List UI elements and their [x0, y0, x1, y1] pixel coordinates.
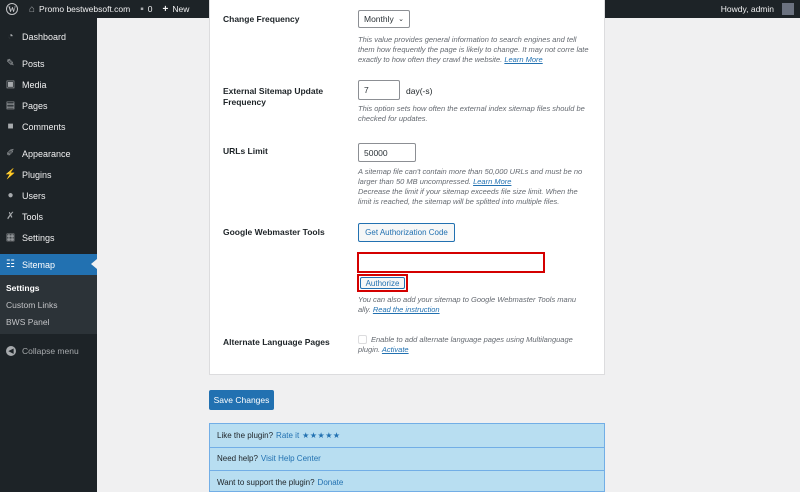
alt-lang-desc: Enable to add alternate language pages u… — [358, 335, 590, 355]
sidebar-item-posts[interactable]: ✎ Posts — [0, 53, 97, 74]
sidebar-item-label: Plugins — [22, 169, 52, 180]
change-frequency-desc-text: This value provides general information … — [358, 35, 589, 64]
sidebar-item-label: Tools — [22, 211, 44, 222]
save-changes-button[interactable]: Save Changes — [209, 390, 274, 410]
help-center-link[interactable]: Visit Help Center — [261, 454, 321, 463]
sidebar-item-label: Comments — [22, 121, 66, 132]
comments-count: 0 — [147, 4, 153, 14]
sidebar-item-label: Pages — [22, 100, 48, 111]
urls-limit-desc-extra: Decrease the limit if your sitemap excee… — [358, 187, 578, 206]
plugin-info-box: Like the plugin? Rate it ★★★★★ Need help… — [209, 423, 605, 492]
dashboard-icon: ◔ — [7, 31, 14, 42]
submenu-item-bws-panel[interactable]: BWS Panel — [0, 313, 97, 330]
pages-icon: ▤ — [5, 100, 16, 111]
alt-lang-label: Alternate Language Pages — [223, 337, 330, 347]
urls-limit-desc-text: A sitemap file can't contain more than 5… — [358, 167, 583, 186]
collapse-arrow-icon: ◀ — [6, 346, 16, 356]
sidebar-item-plugins[interactable]: ⚡ Plugins — [0, 164, 97, 185]
avatar — [782, 3, 794, 15]
sitemap-submenu: Settings Custom Links BWS Panel — [0, 275, 97, 334]
plugin-icon: ⚡ — [4, 169, 17, 180]
rate-row: Like the plugin? Rate it ★★★★★ — [210, 424, 604, 448]
sitemap-icon: ☷ — [6, 259, 15, 270]
change-frequency-select[interactable]: Monthly ⌄ — [358, 10, 410, 28]
collapse-label: Collapse menu — [22, 346, 79, 356]
gwt-label: Google Webmaster Tools — [223, 227, 325, 237]
rate-it-link[interactable]: Rate it — [276, 431, 299, 440]
sidebar-item-label: Appearance — [22, 148, 71, 159]
sidebar-item-tools[interactable]: ✗ Tools — [0, 206, 97, 227]
sidebar-item-settings[interactable]: ▦ Settings — [0, 227, 97, 248]
sidebar-item-appearance[interactable]: ✐ Appearance — [0, 143, 97, 164]
external-update-unit: day(-s) — [406, 86, 433, 96]
read-instruction-link[interactable]: Read the instruction — [373, 305, 440, 314]
change-frequency-desc: This value provides general information … — [358, 35, 590, 65]
howdy-text: Howdy, admin — [720, 4, 774, 14]
wrench-icon: ✗ — [6, 211, 15, 222]
chevron-down-icon: ⌄ — [398, 16, 404, 23]
sidebar-item-label: Dashboard — [22, 31, 67, 42]
plus-icon: + — [162, 3, 169, 15]
sidebar-item-label: Users — [22, 190, 46, 201]
urls-limit-desc: A sitemap file can't contain more than 5… — [358, 167, 590, 207]
sidebar-item-media[interactable]: ▣ Media — [0, 74, 97, 95]
admin-sidebar: ◔ Dashboard ✎ Posts ▣ Media ▤ Pages ■ Comment… — [0, 18, 97, 492]
sidebar-item-label: Posts — [22, 58, 45, 69]
new-content-link[interactable]: + New — [158, 0, 195, 18]
support-row: Want to support the plugin? Donate — [210, 471, 604, 492]
authorization-code-input[interactable] — [359, 254, 543, 271]
comments-link[interactable]: ▪ 0 — [135, 0, 157, 18]
learn-more-link[interactable]: Learn More — [473, 177, 511, 186]
users-icon: ● — [7, 190, 14, 201]
submenu-item-custom-links[interactable]: Custom Links — [0, 296, 97, 313]
home-icon: ⌂ — [29, 3, 36, 15]
sidebar-item-sitemap[interactable]: ☷ Sitemap — [0, 254, 97, 275]
urls-limit-label: URLs Limit — [223, 146, 268, 156]
site-name: Promo bestwebsoft.com — [39, 4, 131, 14]
change-frequency-value: Monthly — [364, 14, 394, 24]
brush-icon: ✐ — [6, 148, 15, 159]
comment-bubble-icon: ▪ — [140, 3, 144, 15]
change-frequency-label: Change Frequency — [223, 14, 300, 24]
authorize-button[interactable]: Authorize — [360, 277, 405, 289]
sidebar-item-label: Settings — [22, 232, 55, 243]
sidebar-item-label: Sitemap — [22, 259, 56, 270]
sidebar-item-dashboard[interactable]: ◔ Dashboard — [0, 26, 97, 47]
help-text: Need help? — [217, 454, 258, 464]
sidebar-item-comments[interactable]: ■ Comments — [0, 116, 97, 137]
settings-icon: ▦ — [5, 232, 16, 243]
learn-more-link[interactable]: Learn More — [504, 55, 542, 64]
highlight-box: Authorize — [357, 274, 408, 292]
site-name-link[interactable]: ⌂ Promo bestwebsoft.com — [24, 0, 135, 18]
pin-icon: ✎ — [6, 58, 15, 69]
activate-link[interactable]: Activate — [382, 345, 409, 354]
sidebar-item-pages[interactable]: ▤ Pages — [0, 95, 97, 116]
get-authorization-code-button[interactable]: Get Authorization Code — [358, 223, 455, 242]
collapse-menu-button[interactable]: ◀ Collapse menu — [0, 339, 97, 363]
media-icon: ▣ — [5, 79, 16, 90]
external-update-input[interactable]: 7 — [358, 80, 400, 100]
highlight-box — [357, 252, 545, 273]
wordpress-logo-icon[interactable]: W — [0, 0, 24, 18]
sidebar-item-label: Media — [22, 79, 47, 90]
new-label: New — [172, 4, 190, 14]
rate-text: Like the plugin? — [217, 430, 274, 440]
star-rating-icon[interactable]: ★★★★★ — [302, 431, 340, 440]
donate-link[interactable]: Donate — [318, 478, 344, 487]
urls-limit-input[interactable]: 50000 — [358, 143, 416, 162]
external-update-desc: This option sets how often the external … — [358, 104, 585, 123]
comments-icon: ■ — [7, 121, 14, 132]
gwt-desc: You can also add your sitemap to Google … — [358, 295, 590, 315]
external-update-label: External Sitemap Update Frequency — [223, 86, 324, 107]
account-menu[interactable]: Howdy, admin — [716, 0, 800, 18]
sidebar-item-users[interactable]: ● Users — [0, 185, 97, 206]
submenu-item-settings[interactable]: Settings — [0, 279, 97, 296]
support-text: Want to support the plugin? — [217, 478, 315, 488]
settings-panel: Change Frequency Monthly ⌄ This value pr… — [209, 0, 605, 375]
help-row: Need help? Visit Help Center — [210, 448, 604, 471]
